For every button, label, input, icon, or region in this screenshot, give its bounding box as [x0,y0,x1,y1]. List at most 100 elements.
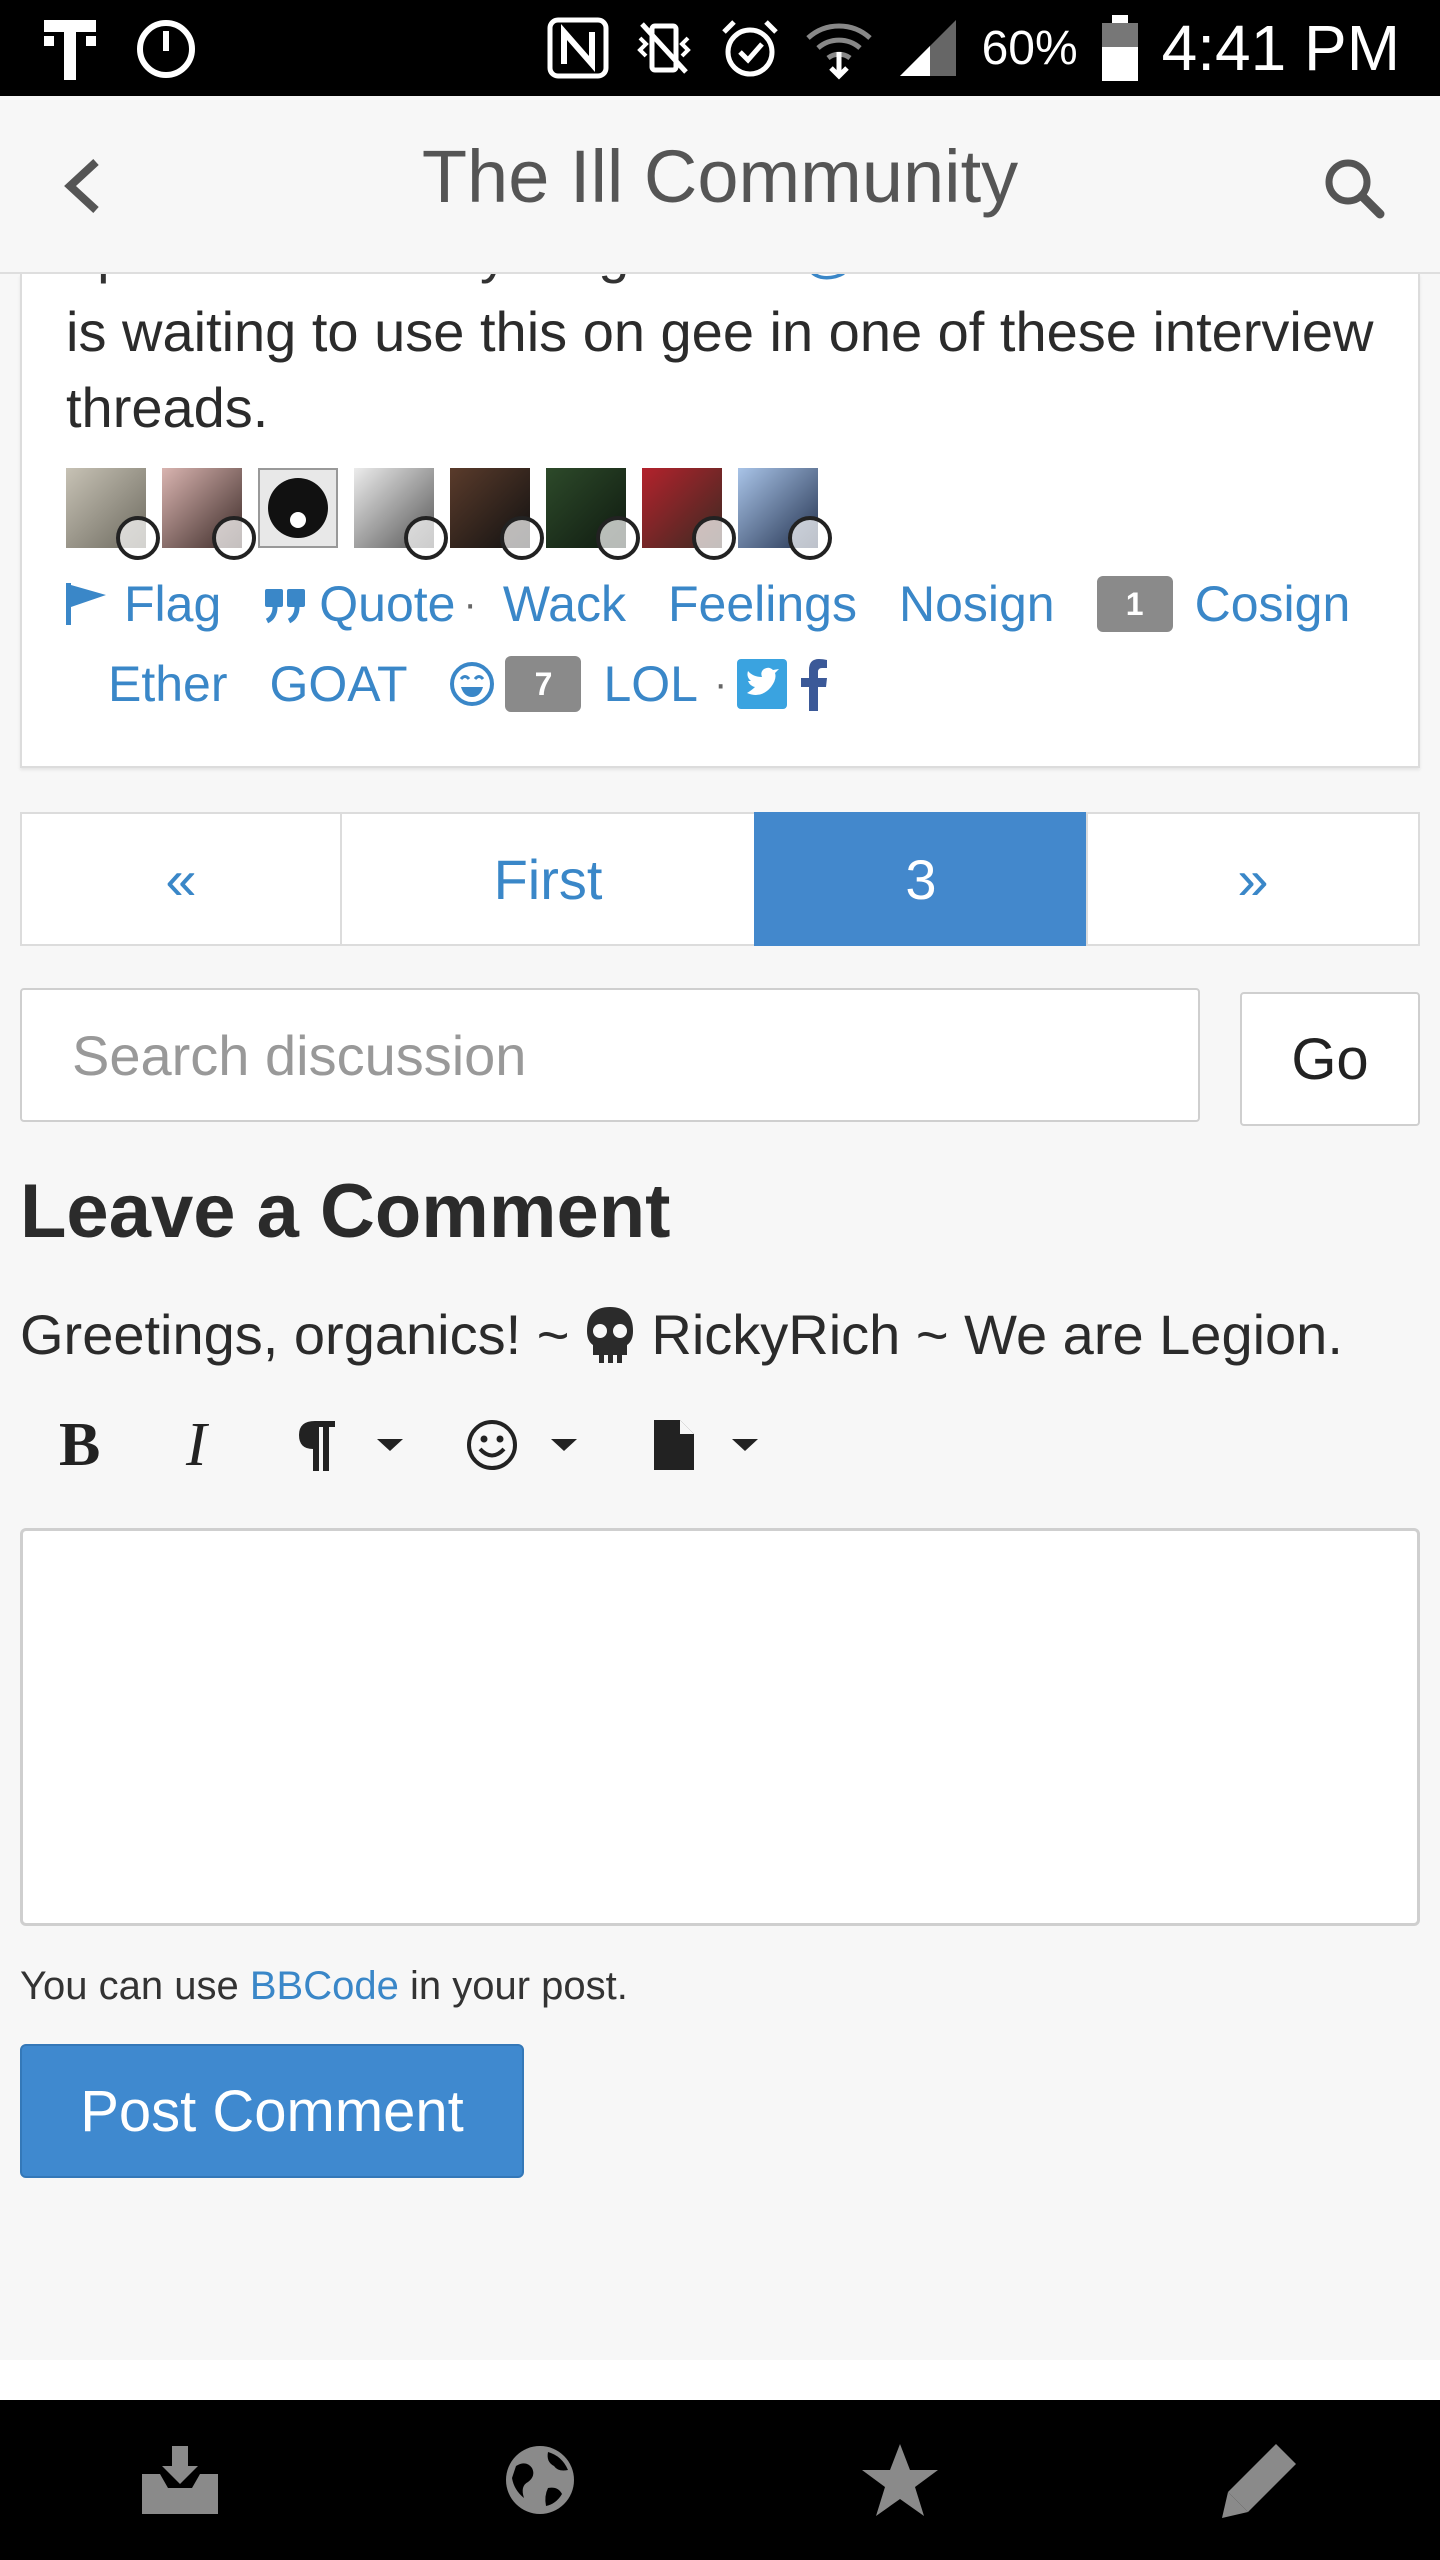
skull-icon [587,1306,634,1363]
italic-button[interactable]: I [160,1400,240,1490]
jets-logo-icon [268,478,328,538]
editor-toolbar: B I [40,1400,776,1490]
avatar[interactable] [546,468,640,560]
reaction-bar: Flag Quote · Wack Feelings Nosign 1 Cosi… [62,564,1392,724]
carrier-t-icon [44,20,96,80]
signal-icon [899,20,956,76]
post-comment-button[interactable]: Post Comment [20,2044,524,2178]
reactor-avatars [66,468,832,560]
laugh-reaction-icon [692,516,736,560]
globe-nav-button[interactable] [460,2415,620,2545]
alarm-icon [721,20,778,77]
laugh-reaction-icon [116,516,160,560]
flag-link[interactable]: Flag [62,564,221,644]
nfc-icon [547,17,609,79]
inbox-download-icon [142,2446,218,2514]
separator: · [714,662,728,706]
globe-icon [506,2446,574,2514]
reaction-lol[interactable]: LOL [603,644,698,724]
laugh-reaction-icon [500,516,544,560]
laugh-reaction-icon [404,516,448,560]
twitter-share-icon[interactable] [735,657,789,711]
avatar[interactable] [258,468,338,548]
smiley-icon [467,1420,517,1470]
paragraph-icon [299,1421,335,1471]
reaction-wack[interactable]: Wack [503,564,626,644]
wifi-icon [805,23,872,80]
search-discussion-input[interactable] [20,988,1200,1122]
file-dropdown[interactable] [636,1400,776,1490]
facebook-share-icon[interactable] [799,657,829,711]
emoji-dropdown[interactable] [452,1400,592,1490]
reaction-goat[interactable]: GOAT [270,644,408,724]
laugh-reaction-icon [596,516,640,560]
star-icon [862,2444,938,2516]
reaction-feelings[interactable]: Feelings [668,564,857,644]
pagination: « First 3 » [20,812,1420,946]
power-sync-icon [137,20,195,78]
post-text-fragment: I post it and everything . I bet [66,274,785,284]
paragraph-format-dropdown[interactable] [280,1400,420,1490]
bold-icon: B [59,1415,100,1475]
laugh-reaction-icon [212,516,256,560]
italic-icon: I [185,1415,210,1475]
search-icon [1325,159,1385,219]
current-page-button[interactable]: 3 [754,812,1088,946]
quote-link[interactable]: Quote [263,564,455,644]
bbcode-link[interactable]: BBCode [250,1964,399,2008]
page-footer [0,2360,1440,2400]
quote-label: Quote [319,576,456,632]
vibrate-off-icon [636,22,691,74]
chevron-down-icon [551,1439,577,1451]
clock: 4:41 PM [1161,12,1400,84]
greeting-line: Greetings, organics! ~ RickyRich ~ We ar… [20,1302,1343,1367]
battery-icon [1101,15,1138,81]
chevron-down-icon [377,1439,403,1451]
laugh-reaction-icon [788,516,832,560]
separator: · [463,582,477,626]
lol-count-badge: 7 [505,656,582,712]
bottom-nav [0,2400,1440,2560]
greeting-text: Greetings, organics! ~ [20,1303,570,1366]
bold-button[interactable]: B [40,1400,120,1490]
laughing-emoji-icon [450,662,495,706]
avatar[interactable] [354,468,448,560]
reaction-nosign[interactable]: Nosign [899,564,1055,644]
next-page-button[interactable]: » [1086,812,1420,946]
avatar[interactable] [738,468,832,560]
avatar[interactable] [162,468,256,560]
favorites-nav-button[interactable] [820,2415,980,2545]
comment-section-title: Leave a Comment [20,1169,671,1254]
hint-text: You can use [20,1964,239,2008]
page-title: The Ill Community [421,135,1019,218]
app-header: The Ill Community [0,96,1440,274]
chevron-down-icon [732,1439,758,1451]
previous-page-button[interactable]: « [20,812,342,946]
flag-label: Flag [124,576,222,632]
user-mention[interactable]: @ [801,274,858,284]
comment-textarea[interactable] [20,1528,1420,1926]
post-text-cut-line: I post it and everything . I bet @ [66,274,858,285]
compose-nav-button[interactable] [1180,2415,1340,2545]
bbcode-hint: You can use BBCode in your post. [20,1964,628,2009]
file-icon [654,1420,694,1470]
status-bar: 60% 4:41 PM [0,0,1440,96]
hint-text: in your post. [409,1964,628,2008]
flag-icon [66,583,106,625]
search-button[interactable] [1314,148,1394,228]
go-button[interactable]: Go [1240,992,1420,1126]
reaction-cosign[interactable]: Cosign [1195,564,1351,644]
svg-text:I: I [185,1415,210,1475]
avatar[interactable] [450,468,544,560]
cosign-count-badge: 1 [1096,576,1173,632]
reaction-ether[interactable]: Ether [108,644,228,724]
greeting-signature: RickyRich ~ We are Legion. [651,1303,1343,1366]
inbox-nav-button[interactable] [100,2415,260,2545]
avatar[interactable] [642,468,736,560]
post-card: I post it and everything . I bet @ is wa… [20,274,1420,768]
pencil-icon [1222,2444,1296,2518]
svg-text:B: B [59,1415,100,1475]
avatar[interactable] [66,468,160,560]
quote-icon [265,589,306,624]
first-page-button[interactable]: First [340,812,756,946]
